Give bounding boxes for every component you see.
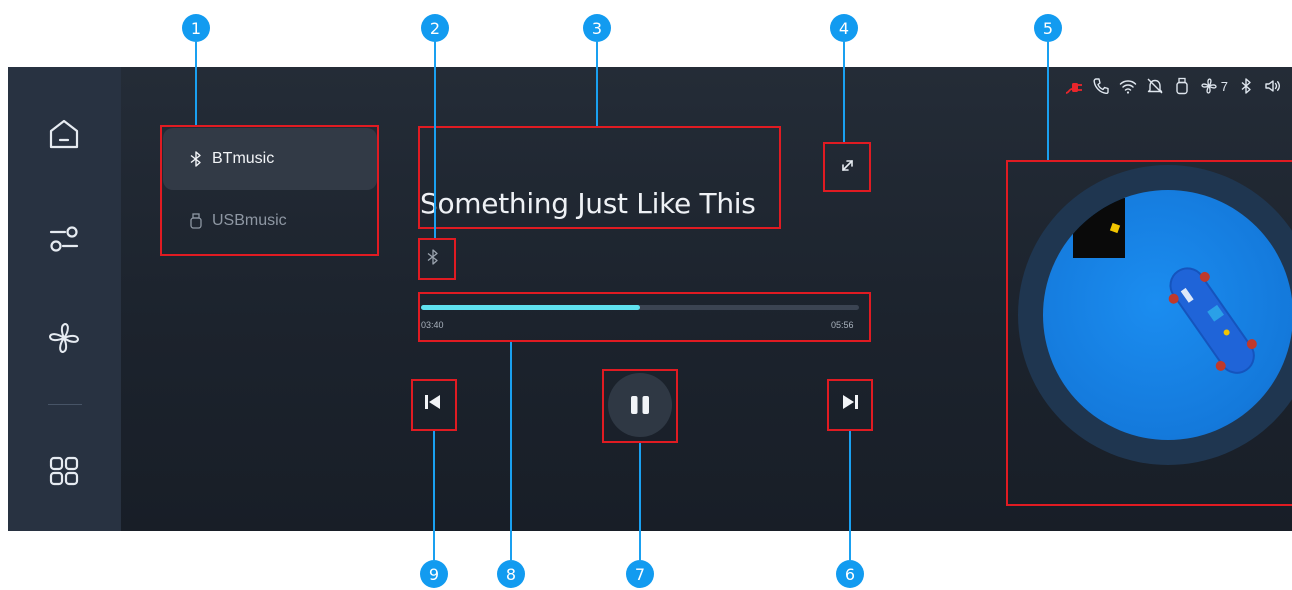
annotation-line-6 <box>849 431 851 562</box>
fan-icon <box>49 323 79 353</box>
apps-grid-icon <box>49 456 79 486</box>
fan-icon <box>1201 78 1217 94</box>
annotation-line-8 <box>510 342 512 562</box>
annotation-marker-2: 2 <box>421 14 449 42</box>
annotation-marker-8: 8 <box>497 560 525 588</box>
annotation-line-4 <box>843 40 845 142</box>
annotation-line-1 <box>195 40 197 125</box>
volume-icon <box>1265 80 1280 92</box>
annotation-marker-9: 9 <box>420 560 448 588</box>
annotation-line-9 <box>433 431 435 562</box>
annotation-box-source-list <box>160 125 379 256</box>
home-icon <box>49 119 79 149</box>
sidebar-divider <box>48 404 82 405</box>
annotation-marker-7: 7 <box>626 560 654 588</box>
settings-button[interactable] <box>45 220 83 258</box>
apps-button[interactable] <box>45 452 83 490</box>
annotation-box-progress <box>418 292 871 342</box>
sidebar <box>8 67 121 531</box>
climate-button[interactable] <box>45 319 83 357</box>
usb-icon <box>1176 77 1188 95</box>
settings-sliders-icon <box>49 226 79 252</box>
home-button[interactable] <box>45 115 83 153</box>
annotation-marker-1: 1 <box>182 14 210 42</box>
annotation-box-play-pause <box>602 369 678 443</box>
annotation-box-next <box>827 379 873 431</box>
charging-plug-icon <box>1065 83 1082 94</box>
annotation-box-song-title <box>418 126 781 229</box>
annotation-box-source-icon <box>418 238 456 280</box>
annotation-marker-3: 3 <box>583 14 611 42</box>
annotation-marker-6: 6 <box>836 560 864 588</box>
mute-bell-icon <box>1147 78 1163 94</box>
fan-level-text: 7 <box>1220 78 1228 94</box>
annotation-box-fullscreen <box>823 142 871 192</box>
phone-icon <box>1093 78 1109 95</box>
annotation-marker-4: 4 <box>830 14 858 42</box>
status-bar: 7 <box>1065 75 1282 97</box>
annotation-line-3 <box>596 40 598 126</box>
bluetooth-icon <box>1241 78 1251 94</box>
wifi-icon <box>1119 80 1137 94</box>
annotation-line-5 <box>1047 40 1049 160</box>
annotation-line-2 <box>434 40 436 238</box>
annotation-marker-5: 5 <box>1034 14 1062 42</box>
annotation-line-7 <box>639 443 641 562</box>
annotation-box-previous <box>411 379 457 431</box>
annotation-box-album-art <box>1006 160 1292 506</box>
